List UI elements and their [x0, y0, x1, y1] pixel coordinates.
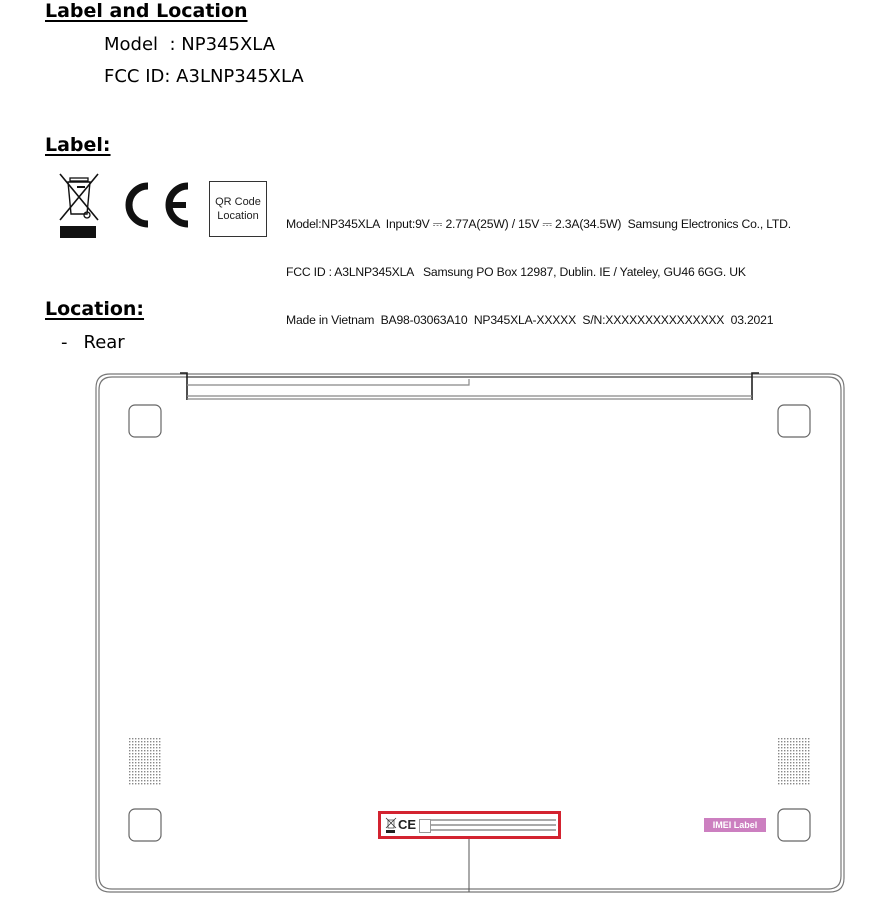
- mini-label-text: [431, 819, 556, 835]
- rubber-foot-bottom-left: [128, 808, 162, 842]
- speaker-grill-right: [778, 738, 810, 785]
- mini-qr-box: [419, 819, 431, 833]
- mini-weee-icon: [385, 817, 397, 833]
- rubber-foot-top-right: [777, 404, 811, 438]
- imei-label-location: IMEI Label: [704, 818, 766, 832]
- laptop-rear-diagram: [95, 372, 845, 893]
- rubber-foot-top-left: [128, 404, 162, 438]
- rubber-foot-bottom-right: [777, 808, 811, 842]
- mini-ce-mark: CE: [398, 817, 417, 832]
- hinge-vent: [187, 379, 470, 386]
- label-location-highlight: CE: [378, 811, 561, 839]
- speaker-grill-left: [129, 738, 161, 785]
